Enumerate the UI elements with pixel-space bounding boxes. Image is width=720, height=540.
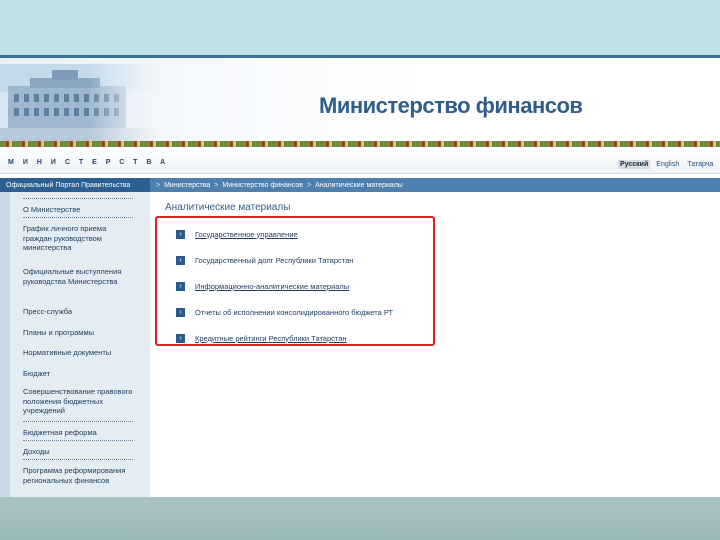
ministry-label: МИНИСТЕРСТВА [8,159,175,166]
sidebar-item-speeches[interactable]: Официальные выступления руководства Мини… [23,267,133,286]
sidebar-item-budget[interactable]: Бюджет [23,369,133,379]
sidebar-item-about[interactable]: О Министерстве [23,205,133,215]
ministry-building-image [0,64,160,144]
breadcrumb-finance-ministry[interactable]: Министерство финансов [222,182,303,189]
breadcrumb: Официальный Портал Правительства > Минис… [0,178,720,192]
site-header: Министерство финансов [0,55,720,144]
top-margin [0,0,720,55]
sidebar-divider [23,459,133,460]
breadcrumb-separator: > [156,181,161,189]
list-item[interactable]: › Кредитные рейтинги Республики Татарста… [176,333,347,343]
portal-link[interactable]: Официальный Портал Правительства [0,178,150,192]
link-state-debt[interactable]: Государственный долг Республики Татарста… [195,256,353,265]
sidebar-item-reception[interactable]: График личного приема граждан руководств… [23,224,133,253]
breadcrumb-trail: > Министерства > Министерство финансов >… [150,178,720,192]
sidebar-item-revenues[interactable]: Доходы [23,447,133,457]
browser-page: Министерство финансов МИНИСТЕРСТВА Русск… [0,55,720,497]
list-item[interactable]: › Информационно-аналитические материалы [176,281,349,291]
sidebar-item-plans[interactable]: Планы и программы [23,328,133,338]
arrow-right-icon: › [176,255,185,265]
language-switcher: Русский English Татарча [618,158,715,171]
sidebar-item-legal-status[interactable]: Совершенствование правового положения бю… [23,387,133,416]
lang-english[interactable]: English [654,160,681,169]
breadcrumb-separator: > [306,181,312,189]
sidebar-item-press[interactable]: Пресс-служба [23,307,133,317]
breadcrumb-ministries[interactable]: Министерства [164,182,210,189]
link-public-administration[interactable]: Государственное управление [195,230,298,239]
sidebar-divider [23,198,133,199]
lang-russian[interactable]: Русский [618,160,651,169]
arrow-right-icon: › [176,333,185,343]
lang-tatar[interactable]: Татарча [685,160,715,169]
sidebar-stripe [0,192,10,497]
link-credit-ratings[interactable]: Кредитные рейтинги Республики Татарстан [195,334,347,343]
list-item[interactable]: › Государственный долг Республики Татарс… [176,255,353,265]
sidebar-divider [23,217,133,218]
arrow-right-icon: › [176,307,185,317]
breadcrumb-current: Аналитические материалы [315,181,403,189]
link-budget-reports[interactable]: Отчеты об исполнении консолидированного … [195,308,393,317]
sidebar-item-program[interactable]: Программа реформирования региональных фи… [23,466,133,485]
sidebar-divider [23,421,133,422]
arrow-right-icon: › [176,281,185,291]
site-title: Министерство финансов [319,93,583,118]
sidebar-item-budget-reform[interactable]: Бюджетная реформа [23,428,133,438]
arrow-right-icon: › [176,229,185,239]
bottom-margin [0,497,720,540]
sidebar-divider [23,440,133,441]
page-title: Аналитические материалы [165,202,291,213]
link-analytical-materials[interactable]: Информационно-аналитические материалы [195,282,349,291]
list-item[interactable]: › Государственное управление [176,229,298,239]
list-item[interactable]: › Отчеты об исполнении консолидированног… [176,307,393,317]
breadcrumb-separator: > [214,181,219,189]
sidebar-item-regulations[interactable]: Нормативные документы [23,348,133,358]
